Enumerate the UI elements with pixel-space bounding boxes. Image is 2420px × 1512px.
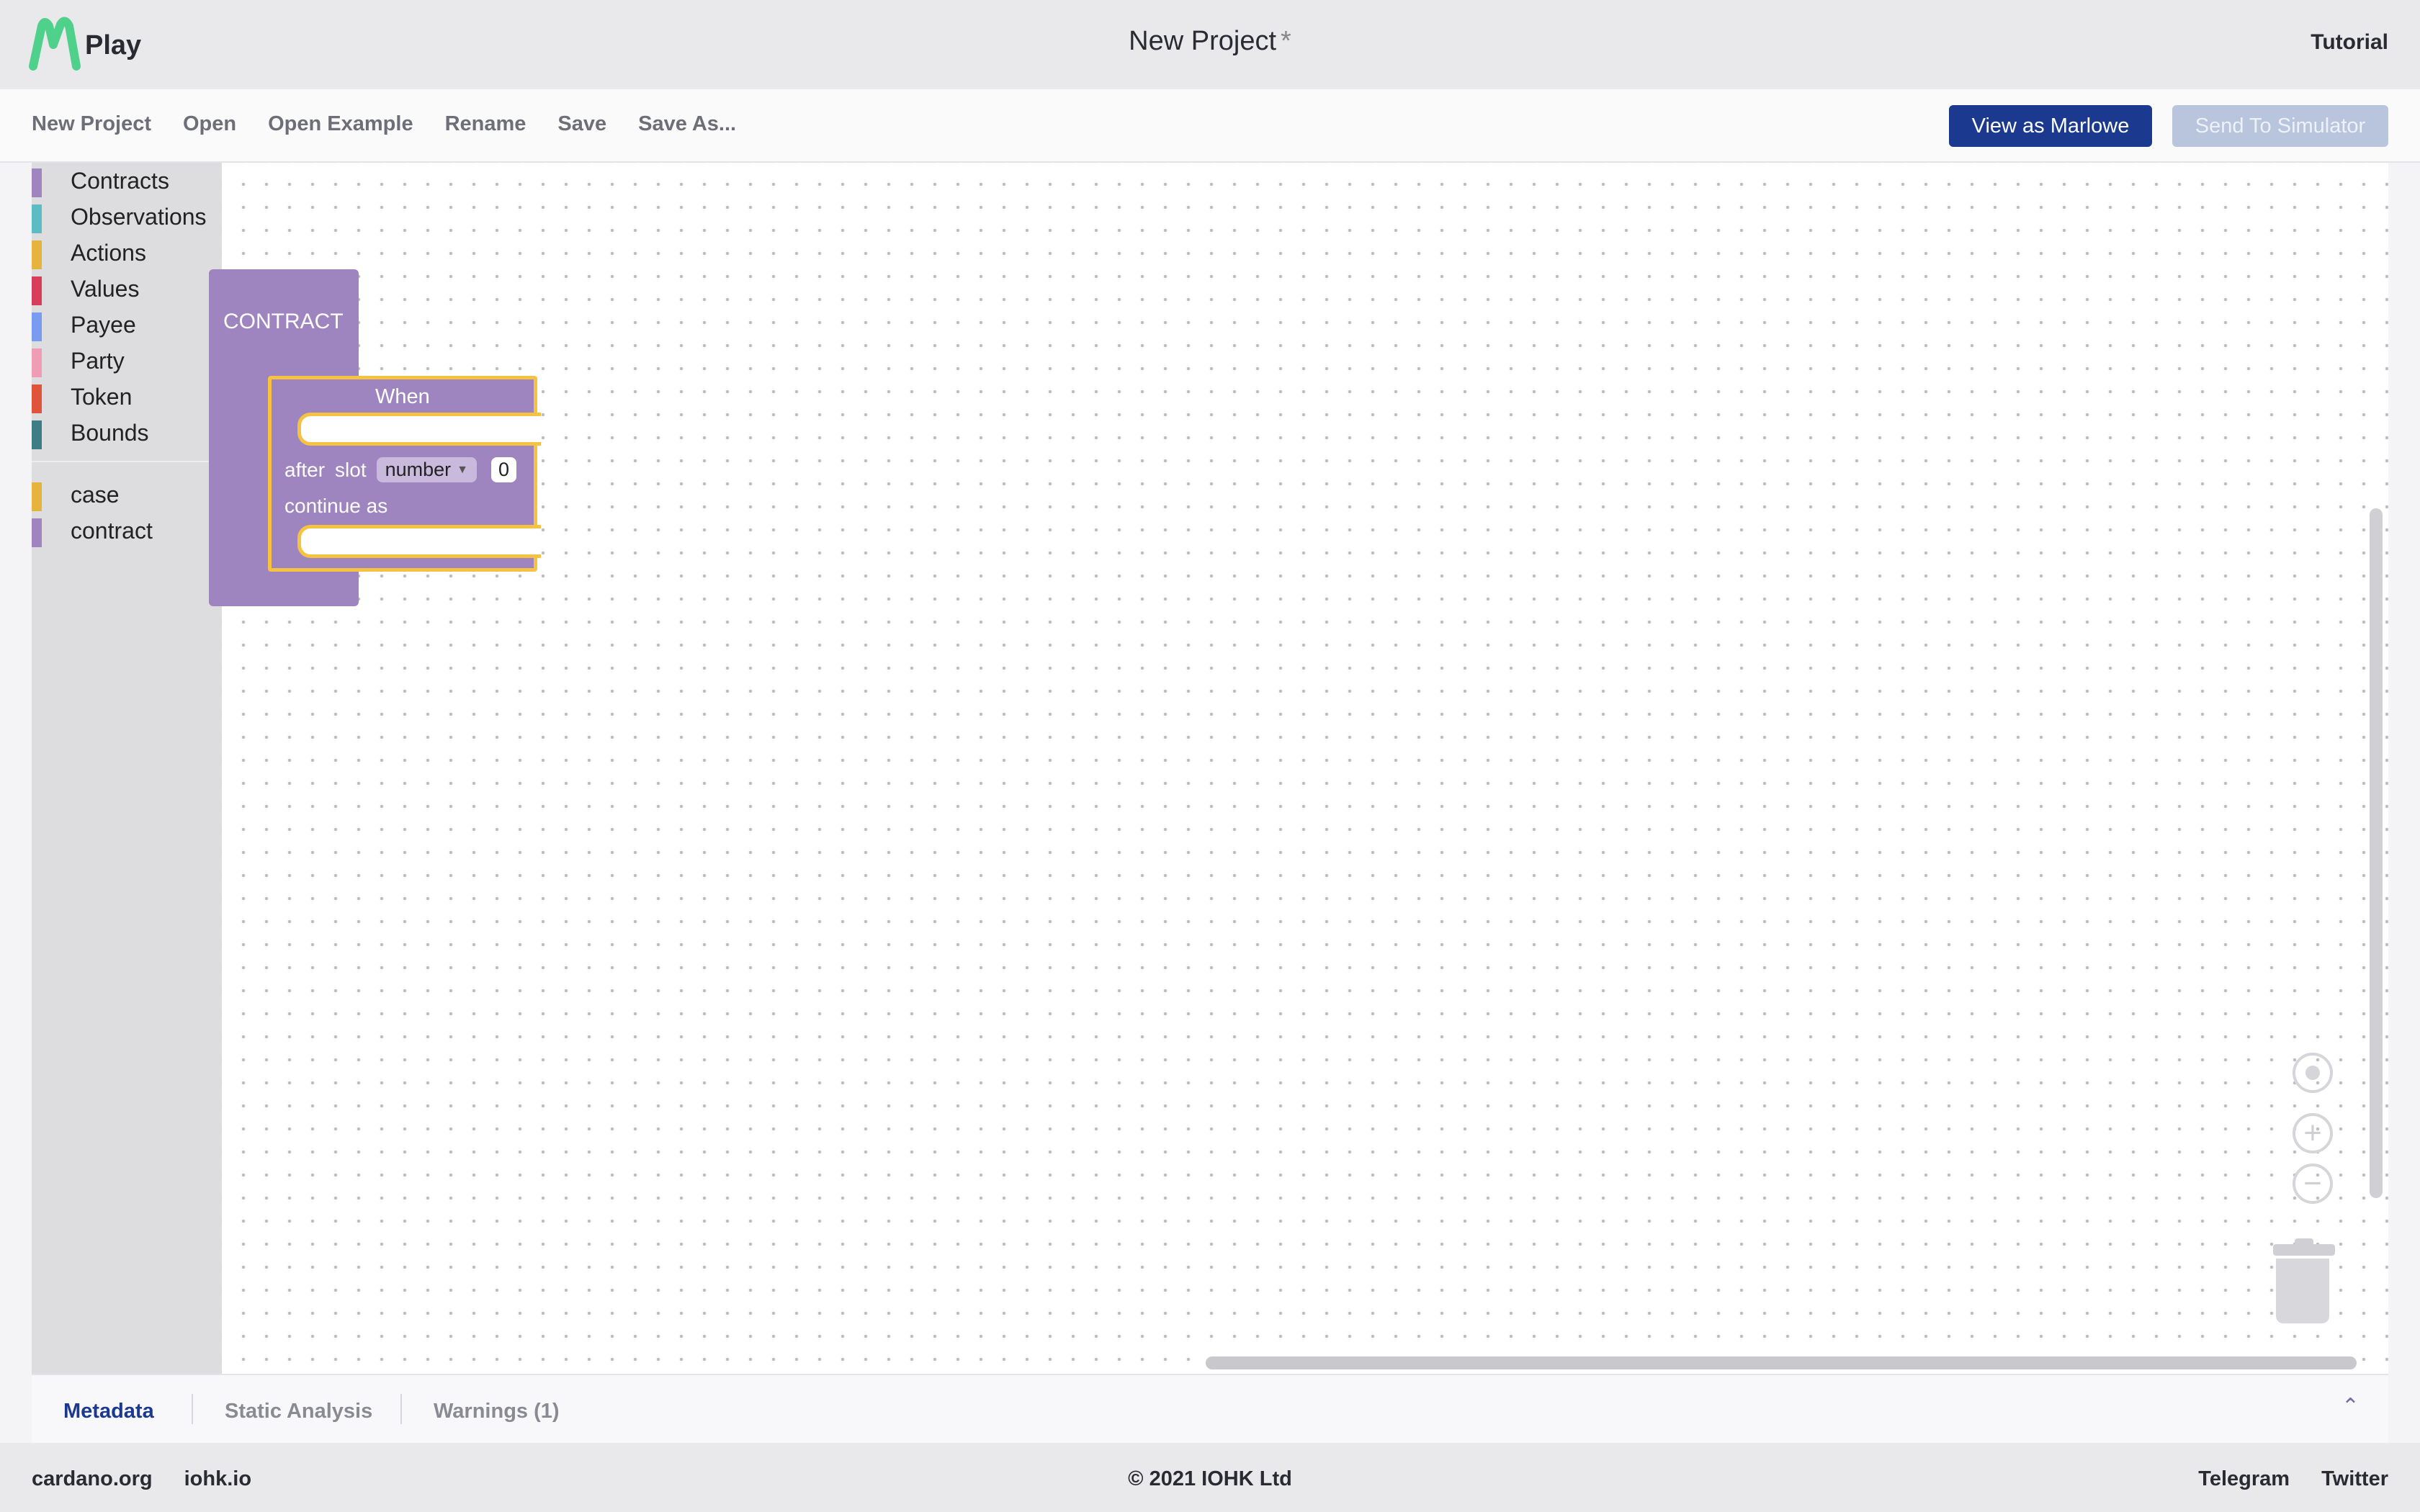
toolbox-item-payee[interactable]: Payee [32,307,222,343]
dropdown-caret-icon: ▼ [457,463,468,476]
block-canvas[interactable] [222,163,2388,1374]
trash-can [2276,1259,2329,1323]
when-block[interactable]: When after slot number ▼ 0 continue as [268,376,541,572]
slot-number-field[interactable]: 0 [491,457,517,482]
toolbox-extra: case contract [32,477,222,549]
slot-type-dropdown[interactable]: number ▼ [376,457,477,482]
toolbox-item-label: case [71,481,120,508]
tab-metadata[interactable]: Metadata [63,1400,154,1423]
category-color-swatch [32,312,42,341]
when-block-label: When [375,385,430,408]
toolbox-item-actions[interactable]: Actions [32,235,222,271]
category-color-swatch [32,240,42,269]
toolbox-item-label: Party [71,347,125,374]
blockly-workspace: Contracts Observations Actions Values Payee P… [32,163,2388,1374]
category-color-swatch [32,276,42,305]
telegram-link[interactable]: Telegram [2198,1467,2290,1491]
category-color-swatch [32,518,42,547]
footer-right-links: Telegram Twitter [2198,1467,2388,1491]
tab-static-analysis[interactable]: Static Analysis [225,1400,372,1423]
toolbox-categories: Contracts Observations Actions Values Payee P… [32,163,222,451]
bottom-panel-tabs: Metadata Static Analysis Warnings (1) ⌃ [32,1374,2388,1443]
after-label: after [284,458,326,481]
toolbox-item-party[interactable]: Party [32,343,222,379]
when-cases-slot[interactable] [297,413,541,446]
horizontal-scrollbar[interactable] [1206,1356,2357,1369]
view-as-marlowe-button[interactable]: View as Marlowe [1949,105,2152,147]
twitter-link[interactable]: Twitter [2321,1467,2388,1491]
toolbox-item-label: Values [71,275,140,302]
new-project-button[interactable]: New Project [32,112,151,136]
toolbox-item-token[interactable]: Token [32,379,222,415]
send-to-simulator-button[interactable]: Send To Simulator [2172,105,2388,147]
toolbox-item-observations[interactable]: Observations [32,199,222,235]
toolbox-item-label: Token [71,383,133,410]
unsaved-indicator: * [1281,26,1291,56]
tab-divider [400,1394,402,1424]
app-header: Play New Project * Tutorial [0,0,2420,89]
contract-block-label: CONTRACT [223,310,344,333]
continuation-slot[interactable] [297,525,541,558]
toolbox-item-case[interactable]: case [32,477,222,513]
footer: cardano.org iohk.io © 2021 IOHK Ltd Tele… [0,1443,2420,1512]
category-color-swatch [32,384,42,413]
project-toolbar: New Project Open Open Example Rename Sav… [0,89,2420,163]
toolbox-item-label: Contracts [71,167,169,194]
zoom-out-icon[interactable]: − [2293,1164,2333,1204]
toolbox-item-label: contract [71,517,153,544]
project-title: New Project * [0,26,2420,57]
toolbox-item-label: Actions [71,239,146,266]
slot-type-value: number [385,459,452,480]
save-as-button[interactable]: Save As... [638,112,736,136]
toolbox-item-contracts[interactable]: Contracts [32,163,222,199]
tutorial-link[interactable]: Tutorial [2311,30,2388,55]
category-color-swatch [32,420,42,449]
category-color-swatch [32,168,42,197]
tab-warnings[interactable]: Warnings (1) [434,1400,560,1423]
rename-button[interactable]: Rename [445,112,526,136]
toolbox-item-label: Bounds [71,419,149,446]
chevron-up-icon[interactable]: ⌃ [2341,1394,2360,1419]
category-color-swatch [32,204,42,233]
save-button[interactable]: Save [557,112,606,136]
zoom-in-icon[interactable]: + [2293,1113,2333,1153]
recenter-icon[interactable] [2293,1053,2333,1093]
toolbox-item-label: Payee [71,311,136,338]
copyright-text: © 2021 IOHK Ltd [1128,1467,1292,1490]
toolbox-item-values[interactable]: Values [32,271,222,307]
category-color-swatch [32,348,42,377]
project-menu: New Project Open Open Example Rename Sav… [32,112,736,136]
minus-glyph: − [2303,1166,2322,1201]
toolbox-item-bounds[interactable]: Bounds [32,415,222,451]
project-name: New Project [1129,26,1277,56]
trash-icon[interactable] [2273,1238,2335,1325]
toolbox-item-label: Observations [71,203,207,230]
vertical-scrollbar[interactable] [2370,508,2383,1198]
toolbox-divider [32,461,222,462]
tab-divider [192,1394,193,1424]
plus-glyph: + [2303,1115,2322,1151]
category-color-swatch [32,482,42,511]
toolbox-item-contract[interactable]: contract [32,513,222,549]
trash-lid [2273,1244,2335,1256]
continue-as-label: continue as [284,495,388,517]
open-example-button[interactable]: Open Example [268,112,413,136]
block-toolbox: Contracts Observations Actions Values Payee P… [32,163,222,1374]
timeout-row: after slot number ▼ 0 [284,457,517,482]
open-button[interactable]: Open [183,112,236,136]
slot-label: slot [335,458,367,481]
